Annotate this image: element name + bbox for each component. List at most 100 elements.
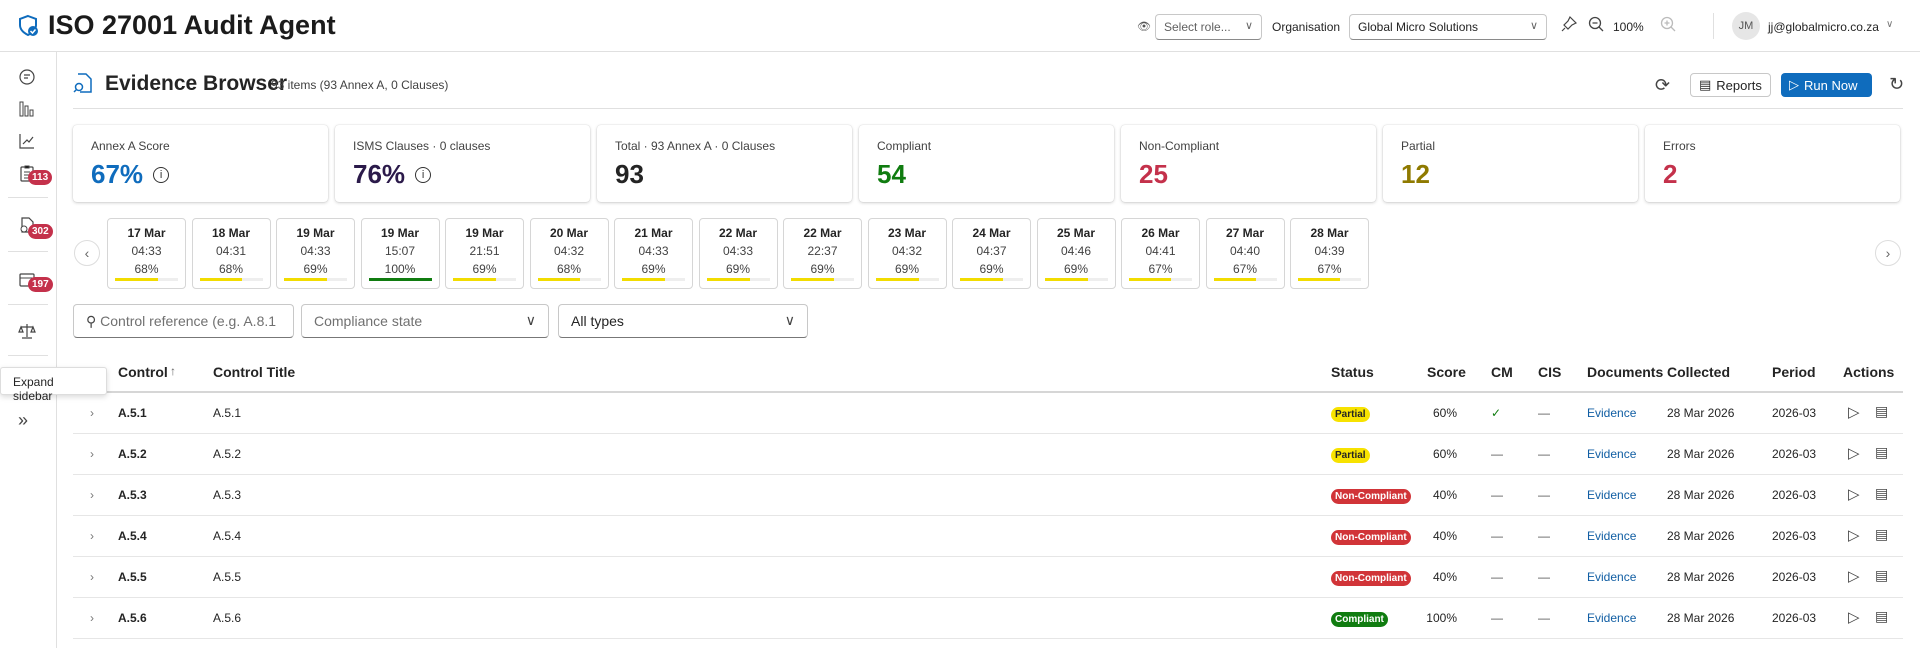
evidence-count-badge: 113: [28, 170, 53, 185]
info-icon[interactable]: i: [153, 166, 170, 183]
search-icon: ⚲: [86, 313, 101, 329]
reports-button[interactable]: ▤ Reports: [1690, 73, 1771, 97]
timeline-run[interactable]: 23 Mar 04:32 69%: [867, 218, 947, 289]
timeline-run[interactable]: 27 Mar 04:40 67%: [1205, 218, 1285, 289]
evidence-link[interactable]: Evidence: [1587, 447, 1636, 461]
timeline-run[interactable]: 26 Mar 04:41 67%: [1121, 218, 1200, 289]
table-row[interactable]: › A.5.1 A.5.1 Partial 60% ✓ — Evidence 28 Mar 20…: [73, 393, 1903, 434]
expand-row-chevron-icon[interactable]: ›: [90, 406, 94, 420]
control-title: A.5.6: [213, 611, 242, 625]
column-header-collected[interactable]: Collected: [1667, 364, 1730, 380]
eye-icon: 👁: [1137, 21, 1151, 33]
run-date: 23 Mar: [887, 226, 927, 240]
zoom-out-icon[interactable]: [1588, 16, 1605, 33]
stat-card-value: 93: [615, 159, 644, 189]
timeline-run[interactable]: 18 Mar 04:31 68%: [191, 218, 271, 289]
title-divider: [73, 108, 1903, 109]
run-control-icon[interactable]: ▷: [1848, 608, 1860, 626]
report-icon[interactable]: ▤: [1875, 444, 1888, 461]
column-header-score[interactable]: Score: [1427, 364, 1466, 380]
evidence-link[interactable]: Evidence: [1587, 406, 1636, 420]
expand-row-chevron-icon[interactable]: ›: [90, 570, 94, 584]
report-icon[interactable]: ▤: [1875, 403, 1888, 420]
compliance-state-select[interactable]: Compliance state ∨: [301, 304, 549, 338]
timeline-run[interactable]: 19 Mar 21:51 69%: [445, 218, 524, 289]
report-icon[interactable]: ▤: [1875, 485, 1888, 502]
run-control-icon[interactable]: ▷: [1848, 485, 1860, 503]
run-score-bar-fill: [368, 278, 432, 281]
info-icon[interactable]: i: [415, 166, 432, 183]
type-select[interactable]: All types ∨: [558, 304, 808, 338]
expand-row-chevron-icon[interactable]: ›: [90, 447, 94, 461]
sort-ascending-icon[interactable]: ↑: [170, 364, 176, 378]
table-row[interactable]: › A.5.2 A.5.2 Partial 60% — — Evidence 28 Mar 20…: [73, 434, 1903, 475]
sync-icon[interactable]: ⟳: [1655, 75, 1670, 96]
expand-row-chevron-icon[interactable]: ›: [90, 529, 94, 543]
timeline-prev-button[interactable]: ‹: [74, 240, 100, 266]
archive-count-badge: 302: [28, 224, 53, 239]
column-header-control[interactable]: Control: [118, 364, 168, 380]
column-header-cis[interactable]: CIS: [1538, 364, 1561, 380]
sidebar: 113 302 197 »: [0, 52, 57, 648]
evidence-link[interactable]: Evidence: [1587, 488, 1636, 502]
cm-indicator: —: [1491, 611, 1503, 625]
pin-icon[interactable]: [1560, 15, 1578, 33]
run-control-icon[interactable]: ▷: [1848, 526, 1860, 544]
run-now-button[interactable]: ▷ Run Now: [1781, 73, 1872, 97]
scales-icon[interactable]: [18, 322, 38, 342]
period: 2026-03: [1772, 570, 1817, 584]
timeline-next-button[interactable]: ›: [1875, 240, 1901, 266]
evidence-link[interactable]: Evidence: [1587, 529, 1636, 543]
column-header-period[interactable]: Period: [1772, 364, 1816, 380]
column-header-title[interactable]: Control Title: [213, 364, 295, 380]
user-email[interactable]: jj@globalmicro.co.za: [1768, 20, 1879, 34]
timeline-run[interactable]: 21 Mar 04:33 69%: [614, 218, 693, 289]
expand-row-chevron-icon[interactable]: ›: [90, 488, 94, 502]
refresh-icon[interactable]: ↻: [1889, 74, 1904, 95]
bar-chart-icon[interactable]: [18, 100, 38, 120]
expand-row-chevron-icon[interactable]: ›: [90, 611, 94, 625]
table-row[interactable]: › A.5.3 A.5.3 Non-Compliant 40% — — Evidence 28 …: [73, 475, 1903, 516]
table-row[interactable]: › A.5.5 A.5.5 Non-Compliant 40% — — Evidence 28 …: [73, 557, 1903, 598]
evidence-link[interactable]: Evidence: [1587, 570, 1636, 584]
run-control-icon[interactable]: ▷: [1848, 444, 1860, 462]
double-chevron-right-icon[interactable]: »: [18, 410, 38, 430]
zoom-in-icon[interactable]: [1660, 16, 1677, 33]
report-icon[interactable]: ▤: [1875, 567, 1888, 584]
chevron-down-icon[interactable]: ∨: [1886, 19, 1893, 30]
report-icon[interactable]: ▤: [1875, 608, 1888, 625]
chevron-down-icon: ∨: [784, 312, 795, 328]
role-select[interactable]: Select role... ∨: [1155, 14, 1262, 40]
timeline-run[interactable]: 22 Mar 22:37 69%: [783, 218, 862, 289]
score: 100%: [1426, 611, 1457, 625]
run-date: 25 Mar: [1056, 226, 1096, 240]
run-control-icon[interactable]: ▷: [1848, 567, 1860, 585]
table-row[interactable]: › A.5.4 A.5.4 Non-Compliant 40% — — Evidence 28 …: [73, 516, 1903, 557]
column-header-documents[interactable]: Documents: [1587, 364, 1663, 380]
evidence-link[interactable]: Evidence: [1587, 611, 1636, 625]
organisation-select[interactable]: Global Micro Solutions ∨: [1349, 14, 1547, 40]
timeline-run[interactable]: 25 Mar 04:46 69%: [1036, 218, 1116, 289]
chat-icon[interactable]: [18, 68, 38, 88]
table-row[interactable]: › A.5.6 A.5.6 Compliant 100% — — Evidence 28 Mar…: [73, 598, 1903, 639]
run-score-bar: [960, 278, 1023, 281]
chevron-down-icon: ∨: [525, 312, 536, 328]
run-score-bar-fill: [791, 278, 835, 281]
timeline-run[interactable]: 20 Mar 04:32 68%: [529, 218, 609, 289]
report-icon[interactable]: ▤: [1875, 526, 1888, 543]
timeline-run[interactable]: 17 Mar 04:33 68%: [107, 218, 186, 289]
trend-chart-icon[interactable]: [18, 132, 38, 152]
timeline-run[interactable]: 24 Mar 04:37 69%: [952, 218, 1031, 289]
timeline-run[interactable]: 19 Mar 04:33 69%: [276, 218, 355, 289]
timeline-run[interactable]: 22 Mar 04:33 69%: [698, 218, 778, 289]
report-icon: ▤: [1699, 77, 1712, 92]
run-control-icon[interactable]: ▷: [1848, 403, 1860, 421]
status-badge: Compliant: [1331, 612, 1388, 627]
stat-card: Non-Compliant 25: [1121, 125, 1376, 202]
control-search-input[interactable]: ⚲ Control reference (e.g. A.8.1: [73, 304, 294, 338]
column-header-cm[interactable]: CM: [1491, 364, 1513, 380]
avatar[interactable]: JM: [1732, 12, 1760, 40]
column-header-status[interactable]: Status: [1331, 364, 1374, 380]
timeline-run[interactable]: 19 Mar 15:07 100%: [360, 218, 440, 289]
timeline-run[interactable]: 28 Mar 04:39 67%: [1290, 218, 1369, 289]
